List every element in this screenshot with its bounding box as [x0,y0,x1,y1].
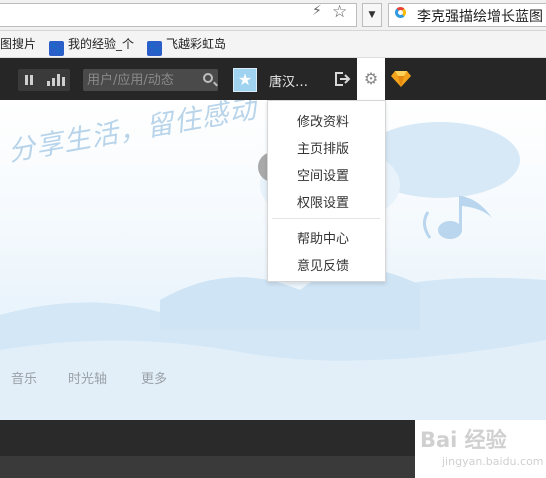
bookmark-item[interactable]: 🐾 飞越彩虹岛 [147,35,226,56]
site-search [83,69,218,91]
address-bar[interactable] [0,3,357,27]
gear-icon: ⚙ [363,69,379,88]
bookmark-label: 我的经验_个 [68,37,135,51]
menu-item-permission-settings[interactable]: 权限设置 [297,192,349,211]
avatar[interactable]: ★ [233,68,257,92]
content-bar-lower [0,456,415,478]
bookmark-label: 飞越彩虹岛 [166,37,227,51]
baidu-paw-icon: 🐾 [49,41,64,56]
browser-search-box[interactable]: 李克强描绘增长蓝图 [388,3,546,27]
diamond-vip-icon[interactable] [391,70,411,88]
content-bar [0,420,415,456]
menu-item-feedback[interactable]: 意见反馈 [297,255,349,274]
nav-more[interactable]: 更多 [141,368,167,387]
watermark-url: jingyan.baidu.com [442,455,544,468]
equalizer-icon[interactable] [47,74,65,86]
bookmark-item[interactable]: 🐾 我的经验_个 [49,35,134,56]
menu-divider [272,218,380,219]
logout-icon[interactable] [333,70,351,88]
search-engine-icon [395,7,406,18]
pause-icon[interactable] [25,75,28,85]
menu-item-homepage-layout[interactable]: 主页排版 [297,138,349,157]
settings-dropdown-menu: 修改资料 主页排版 空间设置 权限设置 帮助中心 意见反馈 [267,100,386,282]
search-icon[interactable] [203,73,213,83]
address-dropdown-button[interactable]: ▼ [362,3,382,27]
bookmark-star-icon[interactable]: ☆ [332,2,347,22]
username-link[interactable]: 唐汉… [269,71,308,90]
site-search-input[interactable] [87,71,195,89]
bookmarks-bar: 图搜片 🐾 我的经验_个 🐾 飞越彩虹岛 [0,31,546,58]
nav-music[interactable]: 音乐 [11,368,37,387]
watermark-brand: Bai 经验 [420,428,507,452]
menu-item-edit-profile[interactable]: 修改资料 [297,111,349,130]
speed-mode-icon[interactable]: ⚡ [312,3,322,19]
nav-timeline[interactable]: 时光轴 [68,368,107,387]
bookmark-item[interactable]: 图搜片 [0,35,36,52]
media-controls [18,69,70,91]
browser-search-query: 李克强描绘增长蓝图 [417,9,543,25]
settings-tab[interactable]: ⚙ [357,58,385,100]
browser-toolbar: ⚡ ☆ ▼ 李克强描绘增长蓝图 [0,0,546,31]
menu-item-help-center[interactable]: 帮助中心 [297,228,349,247]
menu-item-space-settings[interactable]: 空间设置 [297,165,349,184]
baidu-paw-icon: 🐾 [147,41,162,56]
